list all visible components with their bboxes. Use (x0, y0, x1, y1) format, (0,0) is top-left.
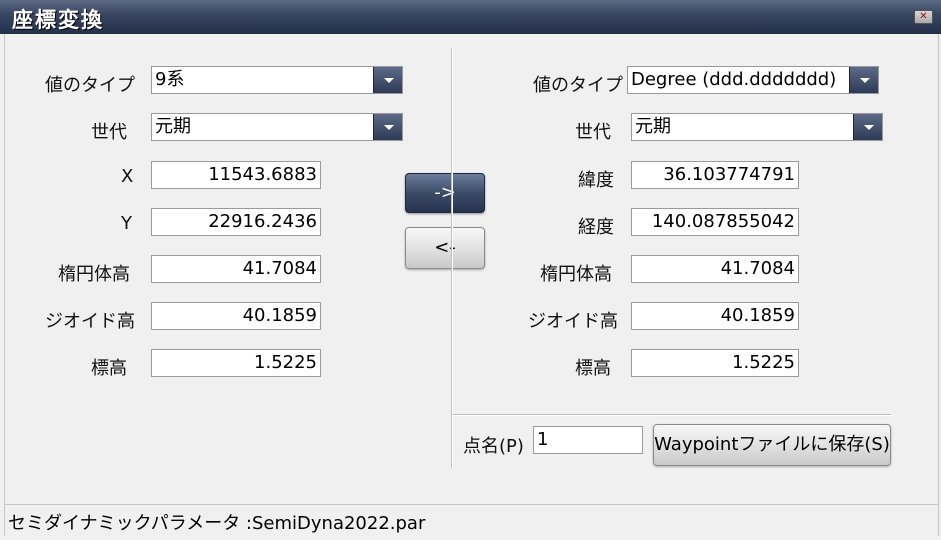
right-lat-input[interactable]: 36.103774791 (631, 161, 799, 189)
left-geoid-height-input[interactable]: 40.1859 (151, 302, 321, 330)
left-generation-select[interactable]: 元期 (151, 113, 403, 141)
left-elevation-label: 標高 (91, 358, 127, 379)
window-title: 座標変換 (12, 8, 104, 32)
right-generation-label: 世代 (575, 122, 611, 143)
status-text: セミダイナミックパラメータ :SemiDyna2022.par (8, 513, 426, 534)
chevron-down-icon[interactable] (373, 114, 402, 140)
chevron-down-icon[interactable] (849, 67, 878, 93)
left-ellipsoid-height-label: 楕円体高 (58, 264, 130, 285)
left-elevation-input[interactable]: 1.5225 (151, 349, 321, 377)
convert-left-button[interactable]: <- (405, 227, 485, 269)
right-generation-select[interactable]: 元期 (631, 113, 883, 141)
right-value-type-select[interactable]: Degree (ddd.ddddddd) (627, 66, 879, 94)
close-icon: ✕ (919, 11, 928, 22)
point-name-label: 点名(P) (463, 436, 524, 457)
left-generation-value: 元期 (155, 116, 191, 137)
left-value-type-select[interactable]: 9系 (151, 66, 403, 94)
left-ellipsoid-height-input[interactable]: 41.7084 (151, 255, 321, 283)
right-geoid-height-input[interactable]: 40.1859 (631, 302, 799, 330)
left-value-type-value: 9系 (155, 69, 185, 90)
status-bar: セミダイナミックパラメータ :SemiDyna2022.par (5, 504, 938, 537)
left-x-label: X (121, 166, 134, 187)
right-value-type-label: 値のタイプ (533, 75, 623, 96)
right-elevation-label: 標高 (575, 358, 611, 379)
left-x-input[interactable]: 11543.6883 (151, 161, 321, 189)
left-value-type-label: 値のタイプ (45, 75, 135, 96)
convert-right-button[interactable]: -> (405, 173, 485, 213)
point-name-input[interactable]: 1 (533, 426, 643, 454)
right-generation-value: 元期 (635, 116, 671, 137)
close-button[interactable]: ✕ (914, 10, 933, 24)
right-ellipsoid-height-input[interactable]: 41.7084 (631, 255, 799, 283)
horizontal-divider (453, 414, 891, 416)
right-value-type-value: Degree (ddd.ddddddd) (631, 69, 837, 90)
right-geoid-height-label: ジオイド高 (528, 311, 618, 332)
right-lon-label: 経度 (578, 217, 614, 238)
left-y-label: Y (121, 213, 132, 234)
coordinate-transform-window: 座標変換 ✕ 値のタイプ 9系 世代 元期 X 11543.6883 Y 229… (0, 0, 941, 540)
right-lat-label: 緯度 (578, 170, 614, 191)
left-geoid-height-label: ジオイド高 (45, 311, 135, 332)
client-area: 値のタイプ 9系 世代 元期 X 11543.6883 Y 22916.2436… (4, 34, 939, 537)
left-generation-label: 世代 (91, 122, 127, 143)
chevron-down-icon[interactable] (373, 67, 402, 93)
chevron-down-icon[interactable] (853, 114, 882, 140)
right-lon-input[interactable]: 140.087855042 (631, 208, 799, 236)
save-waypoint-button[interactable]: Waypointファイルに保存(S) (653, 424, 891, 466)
right-ellipsoid-height-label: 楕円体高 (540, 264, 612, 285)
right-elevation-input[interactable]: 1.5225 (631, 349, 799, 377)
title-bar: 座標変換 ✕ (0, 0, 941, 34)
left-y-input[interactable]: 22916.2436 (151, 208, 321, 236)
vertical-divider (451, 48, 453, 468)
